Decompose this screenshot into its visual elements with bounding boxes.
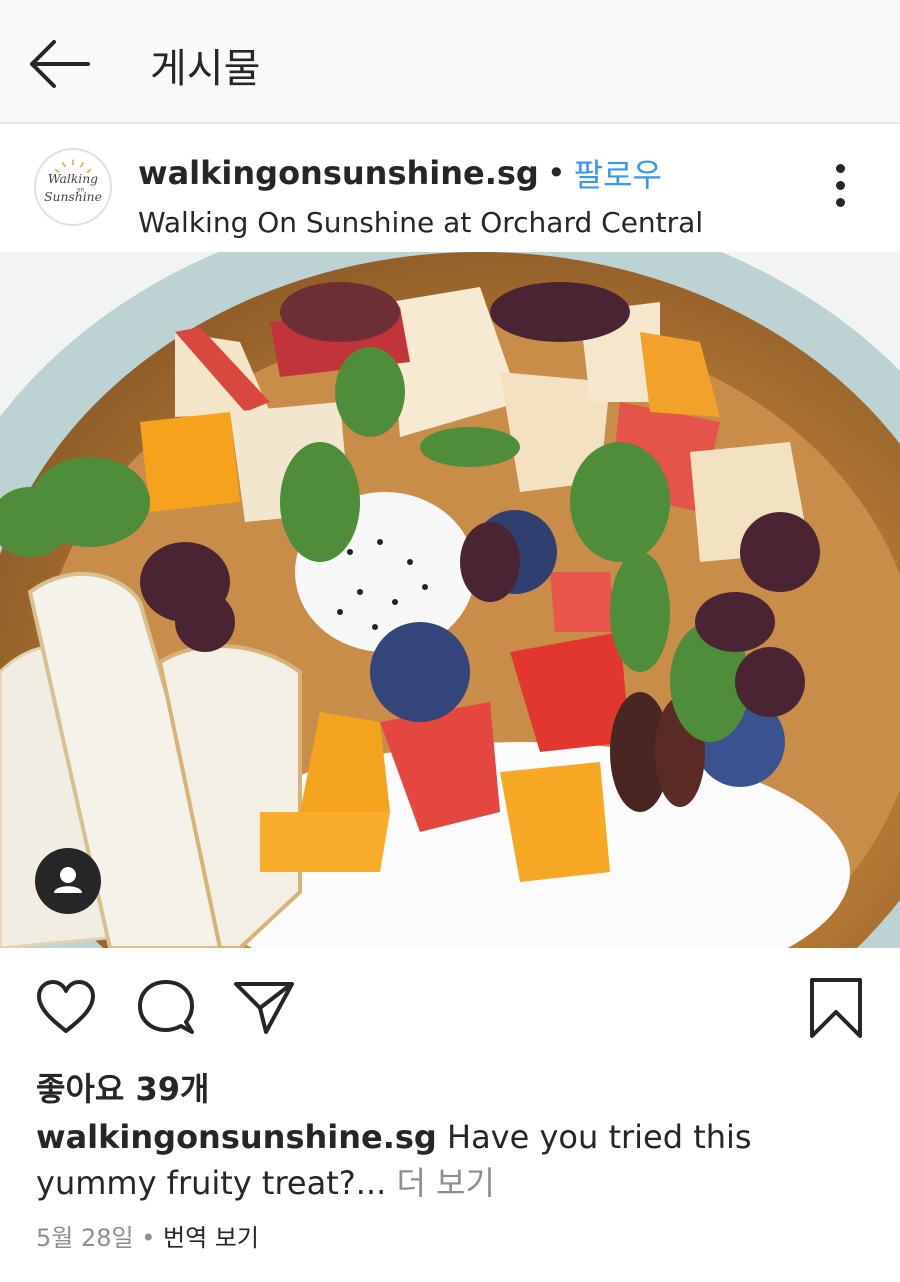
share-button[interactable]: [232, 976, 296, 1040]
caption-username[interactable]: walkingonsunshine.sg: [36, 1118, 437, 1156]
post-date: 5월 28일: [36, 1224, 134, 1252]
bookmark-icon: [810, 978, 862, 1038]
arrow-left-icon: [30, 40, 90, 88]
comment-button[interactable]: [134, 976, 198, 1040]
user-tag-icon: [54, 867, 82, 893]
separator-dot: •: [546, 154, 566, 192]
post-location[interactable]: Walking On Sunshine at Orchard Central: [138, 206, 703, 239]
post-username[interactable]: walkingonsunshine.sg: [138, 154, 539, 192]
post-meta: 5월 28일 • 번역 보기: [36, 1218, 259, 1253]
like-button[interactable]: [34, 976, 98, 1040]
more-vertical-icon: [826, 164, 854, 207]
fruit-bowl-photo: [0, 252, 900, 948]
follow-button[interactable]: 팔로우: [574, 150, 662, 196]
brand-logo: Walking on Sunshine: [36, 150, 110, 224]
save-button[interactable]: [804, 976, 868, 1040]
post-header: Walking on Sunshine walkingonsunshine.sg…: [0, 126, 900, 252]
top-bar: 게시물: [0, 0, 900, 124]
post-caption: walkingonsunshine.sg Have you tried this…: [36, 1114, 856, 1206]
like-count[interactable]: 좋아요 39개: [36, 1064, 209, 1110]
heart-icon: [37, 980, 95, 1033]
logo-text-walking: Walking: [48, 172, 98, 186]
action-bar: [0, 960, 900, 1060]
logo-text-sunshine: Sunshine: [44, 190, 102, 204]
comment-icon: [138, 980, 194, 1034]
tagged-users-button[interactable]: [35, 848, 101, 914]
send-icon: [234, 982, 294, 1034]
translate-link[interactable]: 번역 보기: [163, 1224, 259, 1252]
page-title: 게시물: [150, 46, 261, 92]
avatar[interactable]: Walking on Sunshine: [34, 148, 112, 226]
more-options-button[interactable]: [826, 164, 854, 214]
caption-more-link[interactable]: 더 보기: [396, 1164, 495, 1202]
post-image[interactable]: [0, 252, 900, 948]
back-button[interactable]: [24, 34, 94, 94]
username-row: walkingonsunshine.sg • 팔로우: [138, 150, 662, 196]
meta-separator: •: [141, 1224, 156, 1252]
